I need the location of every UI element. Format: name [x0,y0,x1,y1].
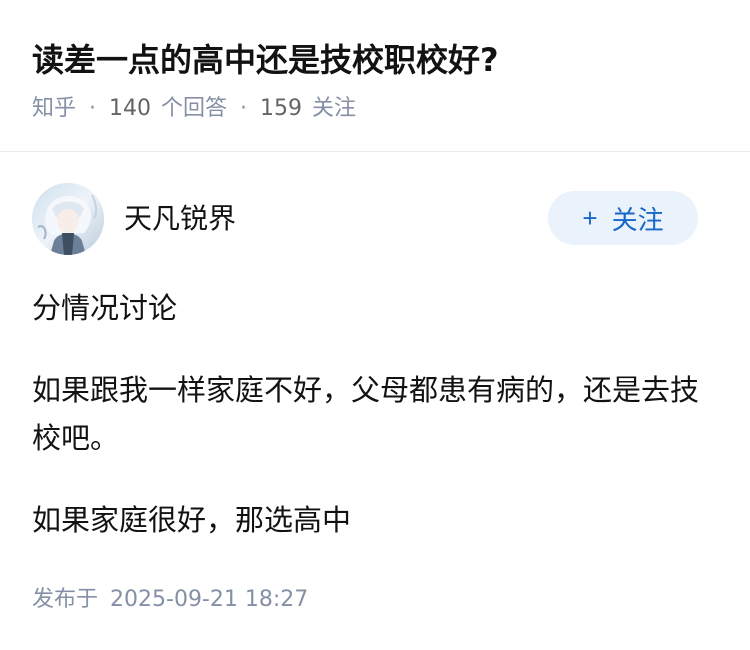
publish-label: 发布于 [32,587,99,612]
publish-timestamp: 2025-09-21 18:27 [110,587,309,612]
avatar[interactable] [32,183,104,255]
meta-separator: · [89,96,97,121]
follow-label: 关注 [611,204,664,235]
avatar-image [32,183,104,255]
plus-icon: + [582,202,598,233]
answer-paragraph: 如果家庭很好，那选高中 [32,503,352,537]
question-title[interactable]: 读差一点的高中还是技校职校好? [32,36,499,84]
meta-separator: · [240,96,248,121]
answer-paragraph: 分情况讨论 [32,291,178,325]
author-row: 天凡锐界 + 关注 [32,183,718,257]
answer-count-label[interactable]: 个回答 [161,92,227,126]
follow-button[interactable]: + 关注 [548,191,698,245]
question-meta: 知乎 · 140 个回答 · 159 关注 [32,92,356,126]
answer-paragraph: 如果跟我一样家庭不好，父母都患有病的，还是去技校吧。 [32,373,700,455]
publish-time: 发布于 2025-09-21 18:27 [32,583,308,617]
follower-count: 159 [260,96,303,121]
source-label[interactable]: 知乎 [32,92,76,126]
answer-content: 分情况讨论 如果跟我一样家庭不好，父母都患有病的，还是去技校吧。 如果家庭很好，… [32,284,722,544]
question-header: 读差一点的高中还是技校职校好? 知乎 · 140 个回答 · 159 关注 [0,0,750,152]
follower-count-label: 关注 [312,96,357,121]
author-name[interactable]: 天凡锐界 [124,199,236,239]
answer-count: 140 [109,96,152,121]
